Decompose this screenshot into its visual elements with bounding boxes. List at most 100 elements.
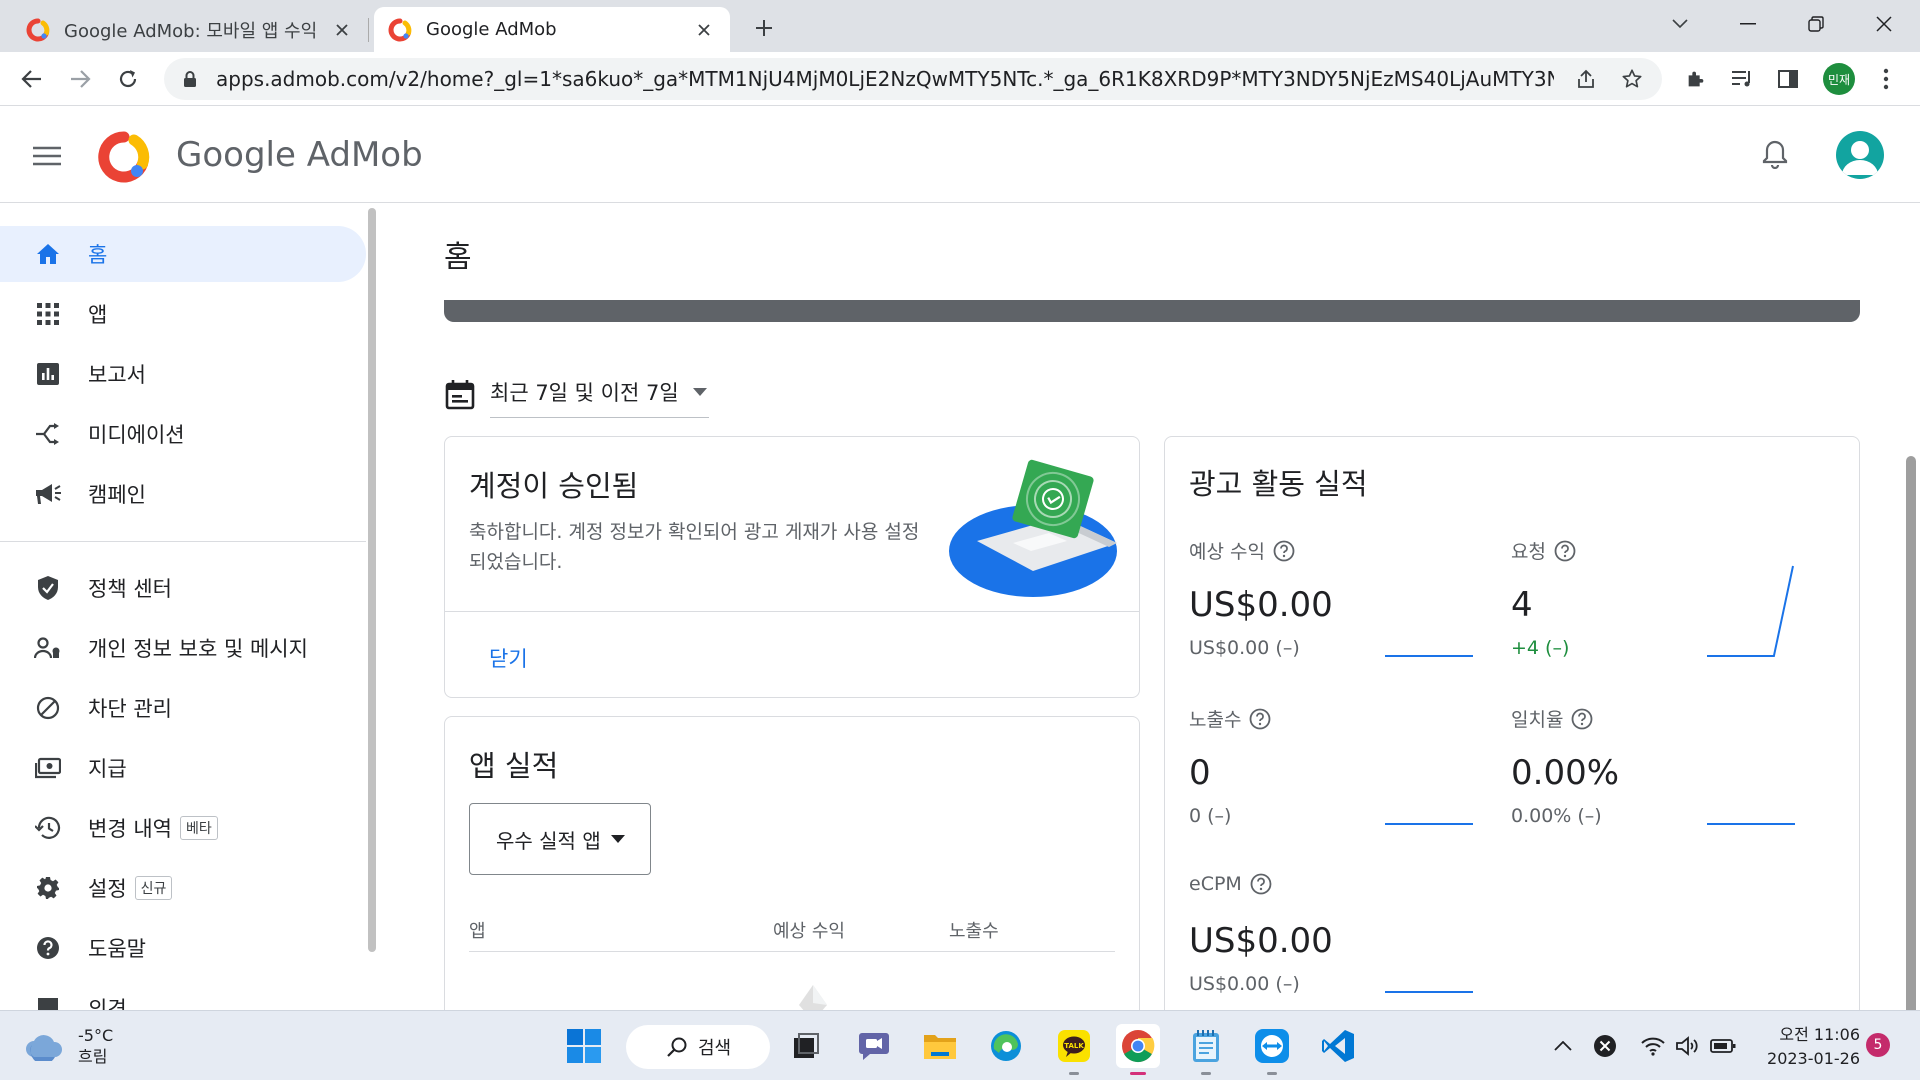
date-range-picker[interactable]: 최근 7일 및 이전 7일 [444,372,709,418]
menu-hamburger-icon[interactable] [30,139,64,173]
volume-icon[interactable] [1674,1033,1700,1059]
sidebar-item-apps[interactable]: 앱 [0,286,366,342]
sidebar-item-change-history[interactable]: 변경 내역 베타 [0,800,366,856]
help-circle-icon[interactable] [1249,708,1271,730]
sidebar-item-feedback[interactable]: 의견 [0,980,366,1010]
metric-match-rate: 일치율 0.00% 0.00% (–) [1511,705,1831,855]
metric-label-text: 예상 수익 [1189,541,1265,563]
sidebar-item-label: 의견 [88,997,127,1010]
chrome-menu-icon[interactable] [1870,63,1902,95]
tab-search-chevron-icon[interactable] [1662,10,1698,38]
extensions-puzzle-icon[interactable] [1680,63,1712,95]
sidebar-item-mediation[interactable]: 미디에이션 [0,406,366,462]
approved-laptop-illustration [949,459,1117,597]
bookmark-star-icon[interactable] [1618,65,1646,93]
task-view-button[interactable] [784,1024,828,1068]
column-header-est-earnings[interactable]: 예상 수익 [773,917,845,943]
browser-tab-active[interactable]: Google AdMob [374,7,730,52]
system-clock[interactable]: 오전 11:06 2023-01-26 [1754,1023,1860,1071]
metric-sparkline [1385,655,1473,657]
share-icon[interactable] [1572,65,1600,93]
sidebar-item-privacy[interactable]: 개인 정보 보호 및 메시지 [0,620,366,676]
tray-app-x-icon[interactable] [1592,1033,1618,1059]
notifications-bell-icon[interactable] [1758,137,1792,171]
address-bar[interactable]: apps.admob.com/v2/home?_gl=1*sa6kuo*_ga*… [164,58,1662,100]
profile-avatar[interactable]: 민재 [1823,63,1855,95]
start-button[interactable] [562,1024,606,1068]
metric-value: 0.00% [1511,753,1620,793]
column-header-impressions[interactable]: 노출수 [949,917,999,943]
tray-overflow-chevron-icon[interactable] [1550,1033,1576,1059]
media-queue-icon[interactable] [1726,63,1758,95]
minimize-button[interactable] [1730,10,1766,38]
sidebar-item-blocking[interactable]: 차단 관리 [0,680,366,736]
close-icon[interactable] [330,18,354,42]
calendar-icon [445,380,475,410]
sidebar-item-label: 미디에이션 [88,423,185,447]
back-button[interactable] [16,63,48,95]
taskbar-app-chrome[interactable] [1116,1024,1160,1075]
side-panel-icon[interactable] [1772,63,1804,95]
browser-tab[interactable]: Google AdMob: 모바일 앱 수익 [12,7,368,52]
restore-button[interactable] [1798,10,1834,38]
ad-activity-card: 광고 활동 실적 예상 수익 US$0.00 US$0.00 (–) 요청 4 +4 (–… [1164,436,1860,1010]
help-circle-icon[interactable] [1273,540,1295,562]
sidebar-item-policy-center[interactable]: 정책 센터 [0,560,366,616]
wifi-icon[interactable] [1640,1033,1666,1059]
teams-chat-icon [859,1033,889,1060]
taskbar-app-edge[interactable] [984,1024,1028,1068]
account-avatar[interactable] [1836,131,1884,179]
notification-count-badge[interactable]: 5 [1866,1033,1890,1057]
taskbar-app-file-explorer[interactable] [918,1024,962,1068]
taskbar-app-teamviewer[interactable] [1250,1024,1294,1075]
search-label: 검색 [698,1038,732,1059]
sidebar-item-label: 도움말 [88,937,146,961]
sidebar-item-payments[interactable]: 지급 [0,740,366,796]
battery-icon[interactable] [1710,1033,1736,1059]
new-tab-button[interactable] [748,12,780,44]
admob-logo [98,131,150,183]
metric-ecpm: eCPM US$0.00 US$0.00 (–) [1189,873,1509,1010]
taskbar-search[interactable]: 검색 [626,1025,770,1069]
account-approved-card: 계정이 승인됨 축하합니다. 계정 정보가 확인되어 광고 게재가 사용 설정되… [444,436,1140,698]
close-window-button[interactable] [1866,10,1902,38]
reload-button[interactable] [112,63,144,95]
metric-label-text: 요청 [1511,541,1546,563]
metric-value: US$0.00 [1189,921,1333,961]
help-circle-icon[interactable] [1554,540,1576,562]
sidebar-item-help[interactable]: 도움말 [0,920,366,976]
taskbar-app-kakaotalk[interactable]: TALK [1052,1024,1096,1075]
close-icon[interactable] [692,18,716,42]
metric-label: eCPM [1189,873,1272,895]
column-header-app[interactable]: 앱 [469,917,486,943]
sidebar-scrollbar[interactable] [368,208,376,952]
sidebar-item-settings[interactable]: 설정 신규 [0,860,366,916]
shield-icon [34,574,62,602]
help-circle-icon[interactable] [1250,873,1272,895]
metric-value: 0 [1189,753,1211,793]
notice-banner [444,300,1860,322]
sidebar-item-reports[interactable]: 보고서 [0,346,366,402]
help-circle-icon[interactable] [1571,708,1593,730]
sidebar-item-home[interactable]: 홈 [0,226,366,282]
sidebar-item-label: 변경 내역 [88,817,172,841]
sidebar-item-label: 보고서 [88,363,146,387]
forward-button[interactable] [64,63,96,95]
windows-taskbar: -5°C 흐림 검색 TALK 오전 11:06 2023-01-26 5 [0,1010,1920,1080]
taskbar-app-vscode[interactable] [1316,1024,1360,1068]
taskbar-app-notepad[interactable] [1184,1024,1228,1075]
feedback-icon [34,994,62,1010]
url-text[interactable]: apps.admob.com/v2/home?_gl=1*sa6kuo*_ga*… [216,67,1554,91]
taskbar-app-teams[interactable] [852,1024,896,1068]
card-body: 축하합니다. 계정 정보가 확인되어 광고 게재가 사용 설정되었습니다. [469,521,920,573]
metric-value: US$0.00 [1189,585,1333,625]
weather-widget[interactable]: -5°C 흐림 [24,1025,113,1067]
new-badge: 신규 [134,876,173,900]
sidebar-item-campaigns[interactable]: 캠페인 [0,466,366,522]
top-apps-dropdown[interactable]: 우수 실적 앱 [469,803,651,875]
metric-label: 예상 수익 [1189,537,1295,564]
main-scrollbar[interactable] [1906,456,1916,1010]
dismiss-button[interactable]: 닫기 [489,643,528,673]
apps-grid-icon [34,300,62,328]
teamviewer-icon [1255,1029,1289,1063]
